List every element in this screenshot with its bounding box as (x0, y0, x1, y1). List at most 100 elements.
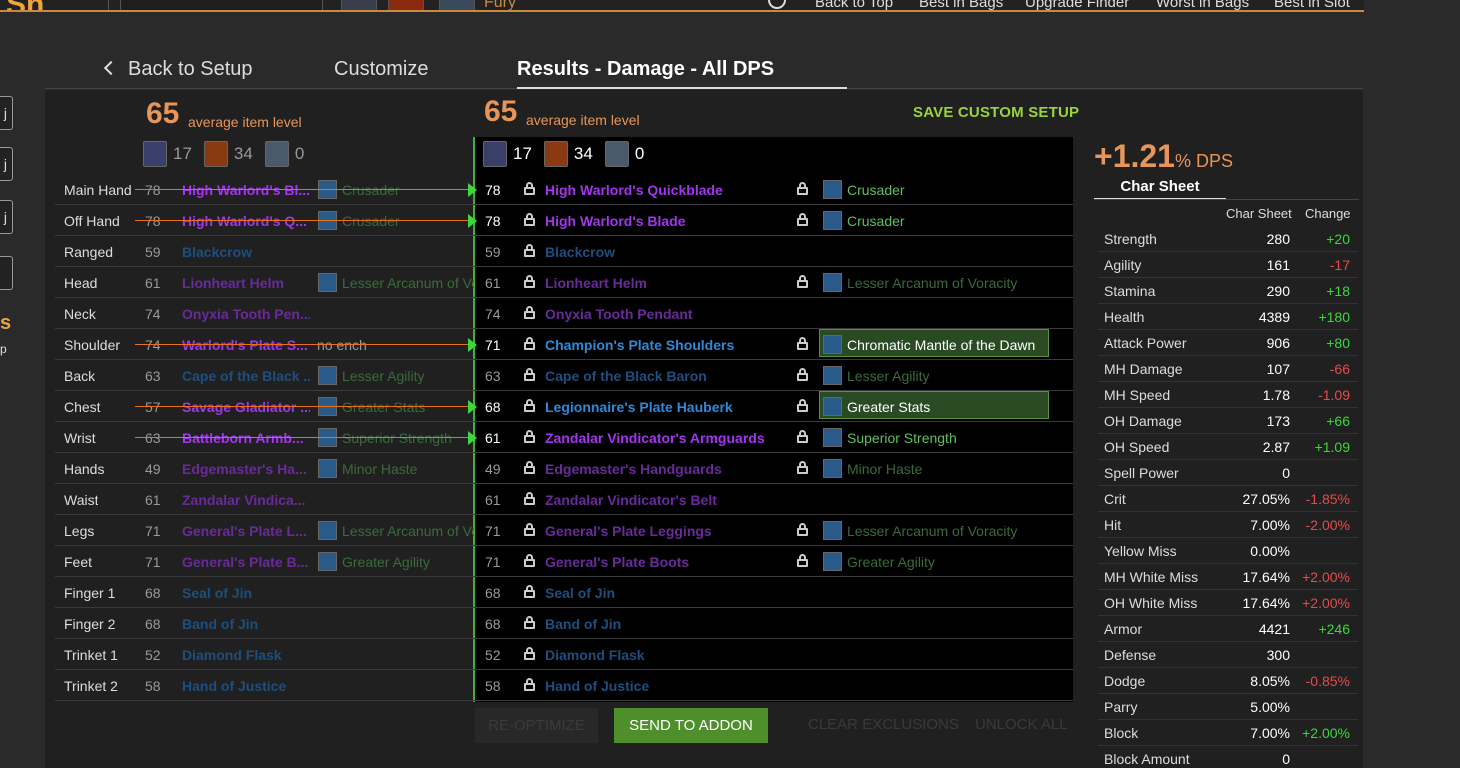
lock-icon[interactable] (524, 461, 535, 474)
new-item-name[interactable]: General's Plate Leggings (545, 523, 712, 539)
search-input[interactable] (120, 0, 323, 10)
current-item-name[interactable]: Edgemaster's Ha... (182, 461, 310, 477)
spec-icon-3[interactable] (439, 0, 475, 10)
current-item-name[interactable]: Onyxia Tooth Pen... (182, 306, 310, 322)
nav-back-to-top[interactable]: Back to Top (815, 0, 893, 10)
new-item-name[interactable]: Lionheart Helm (545, 275, 647, 291)
new-item-name[interactable]: Zandalar Vindicator's Armguards (545, 430, 765, 446)
current-item-name[interactable]: Zandalar Vindica... (182, 492, 310, 508)
lock-icon[interactable] (524, 244, 535, 257)
nav-upgrade-finder[interactable]: Upgrade Finder (1025, 0, 1129, 10)
tab-customize[interactable]: Customize (334, 58, 428, 81)
new-item-name[interactable]: Champion's Plate Shoulders (545, 337, 734, 353)
current-item-name[interactable]: Hand of Justice (182, 678, 310, 694)
new-item-name[interactable]: Edgemaster's Handguards (545, 461, 722, 477)
new-item-name[interactable]: Seal of Jin (545, 585, 615, 601)
clear-exclusions-button[interactable]: CLEAR EXCLUSIONS (808, 716, 959, 733)
lock-icon[interactable] (524, 585, 535, 598)
clock-icon[interactable] (768, 0, 786, 9)
lock-icon[interactable] (524, 368, 535, 381)
new-enchant[interactable]: Lesser Arcanum of Voracity (847, 523, 1017, 539)
new-item-name[interactable]: Blackcrow (545, 244, 615, 260)
tab-back-to-setup[interactable]: Back to Setup (100, 58, 253, 81)
new-item-name[interactable]: High Warlord's Blade (545, 213, 686, 229)
reoptimize-button[interactable]: RE-OPTIMIZE (475, 708, 598, 743)
unlock-all-button[interactable]: UNLOCK ALL (975, 716, 1068, 733)
current-item-name[interactable]: Blackcrow (182, 244, 310, 260)
new-enchant[interactable]: Greater Agility (847, 554, 935, 570)
lock-icon[interactable] (524, 523, 535, 536)
lock-icon[interactable] (524, 275, 535, 288)
spec-icon-2[interactable] (388, 0, 424, 10)
new-item-name[interactable]: Hand of Justice (545, 678, 649, 694)
save-custom-setup-button[interactable]: SAVE CUSTOM SETUP (913, 104, 1079, 121)
enchant-lock-icon[interactable] (797, 213, 808, 226)
current-enchant[interactable]: Crusader (342, 182, 474, 198)
side-button-3[interactable]: j (0, 200, 13, 234)
current-item-name[interactable]: Cape of the Black ... (182, 368, 310, 384)
nav-worst-in-bags[interactable]: Worst in Bags (1156, 0, 1249, 10)
current-item-name[interactable]: Seal of Jin (182, 585, 310, 601)
new-item-name[interactable]: Legionnaire's Plate Hauberk (545, 399, 733, 415)
current-item-name[interactable]: Band of Jin (182, 616, 310, 632)
new-item-name[interactable]: General's Plate Boots (545, 554, 689, 570)
new-enchant[interactable]: Crusader (847, 213, 905, 229)
tab-char-sheet[interactable]: Char Sheet (1094, 178, 1226, 200)
current-item-name[interactable]: Savage Gladiator ... (182, 399, 310, 415)
current-enchant[interactable]: Lesser Agility (342, 368, 474, 384)
new-item-name[interactable]: Band of Jin (545, 616, 621, 632)
new-enchant[interactable]: Minor Haste (847, 461, 922, 477)
new-item-name[interactable]: Diamond Flask (545, 647, 645, 663)
current-item-name[interactable]: High Warlord's Bl... (182, 182, 310, 198)
enchant-lock-icon[interactable] (797, 399, 808, 412)
current-enchant[interactable]: Minor Haste (342, 461, 474, 477)
new-enchant[interactable]: Superior Strength (847, 430, 957, 446)
new-item-name[interactable]: High Warlord's Quickblade (545, 182, 723, 198)
lock-icon[interactable] (524, 647, 535, 660)
enchant-lock-icon[interactable] (797, 275, 808, 288)
new-item-name[interactable]: Onyxia Tooth Pendant (545, 306, 693, 322)
lock-icon[interactable] (524, 492, 535, 505)
enchant-lock-icon[interactable] (797, 368, 808, 381)
new-enchant[interactable]: Greater Stats (847, 399, 930, 415)
current-item-name[interactable]: General's Plate L... (182, 523, 310, 539)
new-enchant[interactable]: Crusader (847, 182, 905, 198)
side-button-4[interactable] (0, 256, 13, 290)
enchant-lock-icon[interactable] (797, 430, 808, 443)
new-enchant[interactable]: Lesser Arcanum of Voracity (847, 275, 1017, 291)
current-enchant[interactable]: Greater Agility (342, 554, 474, 570)
lock-icon[interactable] (524, 399, 535, 412)
current-enchant[interactable]: Crusader (342, 213, 474, 229)
send-to-addon-button[interactable]: SEND TO ADDON (614, 708, 768, 743)
nav-best-in-slot[interactable]: Best in Slot (1274, 0, 1350, 10)
current-enchant[interactable]: Lesser Arcanum of Vo (342, 275, 474, 291)
current-item-name[interactable]: High Warlord's Q... (182, 213, 310, 229)
new-enchant[interactable]: Chromatic Mantle of the Dawn (847, 337, 1035, 353)
new-enchant[interactable]: Lesser Agility (847, 368, 929, 384)
new-item-name[interactable]: Zandalar Vindicator's Belt (545, 492, 717, 508)
current-item-name[interactable]: Battleborn Armb... (182, 430, 310, 446)
enchant-lock-icon[interactable] (797, 337, 808, 350)
side-button-2[interactable]: j (0, 147, 13, 181)
current-item-name[interactable]: Diamond Flask (182, 647, 310, 663)
side-button-1[interactable]: j (0, 96, 13, 130)
lock-icon[interactable] (524, 430, 535, 443)
current-item-name[interactable]: Lionheart Helm (182, 275, 310, 291)
spec-icon-1[interactable] (341, 0, 377, 10)
enchant-lock-icon[interactable] (797, 182, 808, 195)
lock-icon[interactable] (524, 616, 535, 629)
app-logo[interactable]: Sh (6, 0, 44, 10)
lock-icon[interactable] (524, 306, 535, 319)
nav-best-in-bags[interactable]: Best in Bags (919, 0, 1003, 10)
tab-results[interactable]: Results - Damage - All DPS (517, 58, 774, 81)
new-item-name[interactable]: Cape of the Black Baron (545, 368, 707, 384)
enchant-lock-icon[interactable] (797, 523, 808, 536)
lock-icon[interactable] (524, 182, 535, 195)
lock-icon[interactable] (524, 678, 535, 691)
current-item-name[interactable]: Warlord's Plate S... (182, 337, 310, 353)
current-enchant[interactable]: Lesser Arcanum of Vo (342, 523, 474, 539)
current-enchant[interactable]: Greater Stats (342, 399, 474, 415)
enchant-lock-icon[interactable] (797, 554, 808, 567)
lock-icon[interactable] (524, 554, 535, 567)
lock-icon[interactable] (524, 337, 535, 350)
